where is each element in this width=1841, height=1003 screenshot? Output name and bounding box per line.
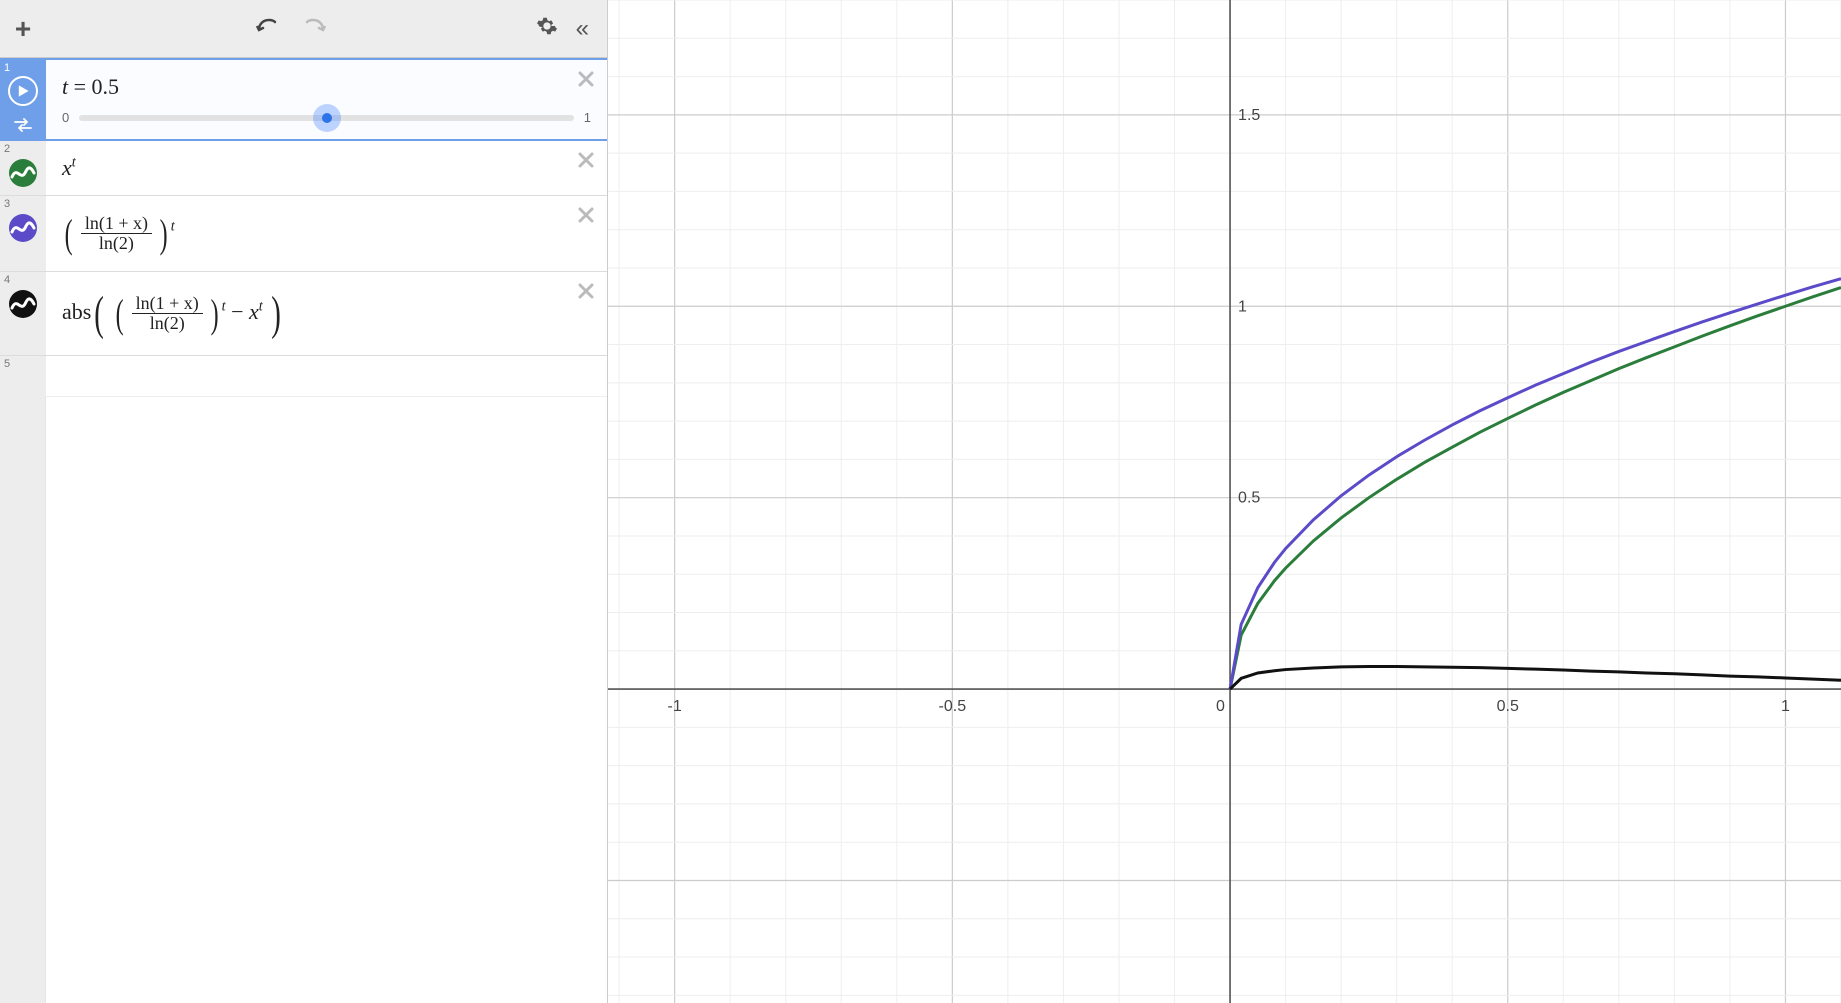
- svg-text:0: 0: [1216, 698, 1225, 715]
- redo-icon: [303, 15, 327, 43]
- row-number: 4: [4, 274, 10, 286]
- svg-text:0.5: 0.5: [1497, 698, 1519, 715]
- wave-icon: [9, 159, 37, 187]
- svg-text:0.5: 0.5: [1238, 490, 1260, 507]
- add-button[interactable]: +: [15, 13, 31, 45]
- close-icon: [577, 70, 595, 88]
- graph-area[interactable]: -1 -0.5 0 0.5 1 0.5 1 1.5: [608, 0, 1841, 1003]
- row-number: 3: [4, 198, 10, 210]
- term-x: x: [249, 299, 259, 324]
- slider-thumb[interactable]: [313, 104, 341, 132]
- fraction: ln(1 + x) ln(2): [81, 214, 152, 255]
- expression-row-1[interactable]: 1 t = 0.5: [0, 58, 607, 141]
- redo-button[interactable]: [303, 15, 327, 43]
- svg-text:1.5: 1.5: [1238, 107, 1260, 124]
- fraction: ln(1 + x) ln(2): [132, 294, 203, 335]
- sup-t: t: [259, 299, 263, 315]
- delete-row-button[interactable]: [577, 280, 595, 306]
- delete-row-button[interactable]: [577, 68, 595, 94]
- curve-toggle[interactable]: [9, 159, 37, 187]
- expression-text[interactable]: ( ln(1 + x) ln(2) )t: [62, 219, 175, 244]
- delete-row-button[interactable]: [577, 149, 595, 175]
- gear-icon: [536, 15, 558, 42]
- swap-icon: [13, 118, 33, 132]
- expression-text[interactable]: t = 0.5: [62, 74, 119, 99]
- svg-text:-1: -1: [668, 698, 682, 715]
- slider-min-label[interactable]: 0: [62, 110, 69, 125]
- close-icon: [577, 282, 595, 300]
- slider[interactable]: 0 1: [62, 110, 591, 125]
- slider-mode-button[interactable]: [13, 118, 33, 137]
- delete-row-button[interactable]: [577, 204, 595, 230]
- wave-icon: [9, 214, 37, 242]
- row-number: 5: [4, 358, 10, 370]
- sup-t: t: [171, 219, 175, 235]
- chart-canvas[interactable]: -1 -0.5 0 0.5 1 0.5 1 1.5: [608, 0, 1841, 1003]
- value: 0.5: [92, 74, 120, 99]
- settings-button[interactable]: [536, 15, 558, 43]
- expression-row-5[interactable]: 5: [0, 356, 607, 397]
- equals: =: [68, 74, 91, 99]
- curve-toggle[interactable]: [9, 214, 37, 242]
- app: +: [0, 0, 1841, 1003]
- expression-row-4[interactable]: 4 abs( ( ln(1 + x) ln(2): [0, 272, 607, 356]
- close-icon: [577, 151, 595, 169]
- expression-text[interactable]: xt: [62, 155, 76, 180]
- expression-list: 1 t = 0.5: [0, 58, 607, 1003]
- svg-text:1: 1: [1238, 298, 1247, 315]
- row-number: 1: [4, 62, 10, 74]
- collapse-button[interactable]: «: [576, 15, 589, 43]
- close-icon: [577, 206, 595, 224]
- play-button[interactable]: [8, 76, 38, 106]
- term-x: x: [62, 155, 72, 180]
- play-icon: [16, 84, 30, 98]
- svg-text:-0.5: -0.5: [939, 698, 967, 715]
- wave-icon: [9, 290, 37, 318]
- toolbar: +: [0, 0, 607, 58]
- svg-text:1: 1: [1781, 698, 1790, 715]
- expression-row-2[interactable]: 2 xt: [0, 141, 607, 196]
- add-icon: +: [15, 13, 31, 45]
- chevron-left-double-icon: «: [576, 15, 589, 43]
- undo-icon: [255, 15, 279, 43]
- row-number: 2: [4, 143, 10, 155]
- minus: −: [231, 299, 249, 324]
- slider-max-label[interactable]: 1: [584, 110, 591, 125]
- curve-toggle[interactable]: [9, 290, 37, 318]
- sup-t: t: [72, 155, 76, 171]
- expression-text[interactable]: abs( ( ln(1 + x) ln(2) )t − xt ): [62, 299, 284, 324]
- sidebar: +: [0, 0, 608, 1003]
- fn-abs: abs: [62, 299, 91, 324]
- sup-t: t: [222, 299, 226, 315]
- expression-row-3[interactable]: 3 ( ln(1 + x) ln(2) )t: [0, 196, 607, 272]
- slider-track[interactable]: [79, 115, 574, 121]
- undo-button[interactable]: [255, 15, 279, 43]
